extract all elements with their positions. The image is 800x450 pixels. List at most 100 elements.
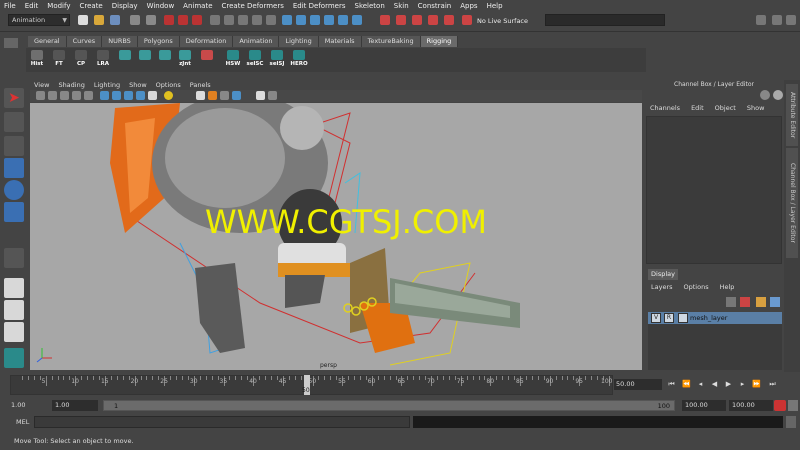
range-slider[interactable]: 1 100 xyxy=(103,400,675,411)
shelf-button-hero[interactable]: HERO xyxy=(288,50,310,70)
go-to-end-icon[interactable]: ⏭ xyxy=(768,380,777,389)
smooth-shade-icon[interactable] xyxy=(112,91,121,100)
animation-preferences-icon[interactable] xyxy=(788,400,798,411)
isolate-select-icon[interactable] xyxy=(256,91,265,100)
play-backward-icon[interactable]: ◀ xyxy=(710,380,719,389)
mask-icon-2[interactable] xyxy=(296,15,306,25)
menu-animate[interactable]: Animate xyxy=(183,2,212,10)
undo-icon[interactable] xyxy=(130,15,140,25)
mask-icon-6[interactable] xyxy=(352,15,362,25)
snap-curve-icon[interactable] xyxy=(224,15,234,25)
channel-box-toggle-icon[interactable] xyxy=(756,15,766,25)
panel-menu-shading[interactable]: Shading xyxy=(58,81,84,89)
xray-icon[interactable] xyxy=(268,91,277,100)
magnet-surface-icon[interactable] xyxy=(444,15,454,25)
shelf-button-ik[interactable] xyxy=(134,50,156,70)
end-time-field[interactable]: 100.00 xyxy=(729,400,773,411)
last-tool-icon[interactable] xyxy=(4,248,24,268)
panel-menu-show[interactable]: Show xyxy=(129,81,147,89)
rotate-tool-icon[interactable] xyxy=(4,180,24,200)
select-component-icon[interactable] xyxy=(192,15,202,25)
menu-help[interactable]: Help xyxy=(487,2,503,10)
layout-four-icon[interactable] xyxy=(4,300,24,320)
cb-menu-channels[interactable]: Channels xyxy=(650,104,680,112)
auto-key-icon[interactable] xyxy=(774,400,786,411)
open-scene-icon[interactable] xyxy=(94,15,104,25)
le-menu-help[interactable]: Help xyxy=(720,283,735,291)
input-field[interactable] xyxy=(545,14,665,26)
menu-edit-deformers[interactable]: Edit Deformers xyxy=(293,2,346,10)
textured-icon[interactable] xyxy=(136,91,145,100)
le-menu-layers[interactable]: Layers xyxy=(651,283,673,291)
paint-select-tool-icon[interactable] xyxy=(4,136,24,156)
layer-name[interactable]: mesh_layer xyxy=(690,314,727,322)
cb-menu-show[interactable]: Show xyxy=(747,104,765,112)
shelf-button-ft[interactable]: FT xyxy=(48,50,70,70)
menu-window[interactable]: Window xyxy=(147,2,175,10)
tab-deformation[interactable]: Deformation xyxy=(179,36,234,47)
lights-icon[interactable] xyxy=(148,91,157,100)
step-forward-key-icon[interactable]: ⏩ xyxy=(752,380,761,389)
lasso-tool-icon[interactable] xyxy=(4,112,24,132)
tab-materials[interactable]: Materials xyxy=(318,36,362,47)
motion-blur-icon[interactable] xyxy=(220,91,229,100)
layer-reference-toggle[interactable]: R xyxy=(664,313,674,323)
mask-icon[interactable] xyxy=(282,15,292,25)
move-tool-icon[interactable] xyxy=(4,158,24,178)
menu-create-deformers[interactable]: Create Deformers xyxy=(222,2,284,10)
panel-menu-panels[interactable]: Panels xyxy=(190,81,211,89)
step-back-key-icon[interactable]: ⏪ xyxy=(682,380,691,389)
new-layer-selected-icon[interactable] xyxy=(740,297,750,307)
outliner-icon[interactable] xyxy=(4,348,24,368)
tab-nurbs[interactable]: NURBS xyxy=(102,36,138,47)
play-forward-icon[interactable]: ▶ xyxy=(724,380,733,389)
current-time-field[interactable]: 50.00 xyxy=(614,379,662,390)
shelf-button-ik-spline[interactable] xyxy=(154,50,176,70)
tab-attribute-editor[interactable]: Attribute Editor xyxy=(786,84,798,146)
shelf-button-joint[interactable] xyxy=(114,50,136,70)
camera-attributes-icon[interactable] xyxy=(48,91,57,100)
panel-menu-options[interactable]: Options xyxy=(156,81,181,89)
panel-menu-lighting[interactable]: Lighting xyxy=(94,81,120,89)
save-scene-icon[interactable] xyxy=(110,15,120,25)
menu-skin[interactable]: Skin xyxy=(394,2,409,10)
menu-modify[interactable]: Modify xyxy=(47,2,70,10)
mask-icon-3[interactable] xyxy=(310,15,320,25)
step-back-icon[interactable]: ◂ xyxy=(696,380,705,389)
select-hierarchy-icon[interactable] xyxy=(164,15,174,25)
tab-animation[interactable]: Animation xyxy=(233,36,280,47)
layout-single-icon[interactable] xyxy=(4,278,24,298)
camera-icon[interactable] xyxy=(36,91,45,100)
menu-file[interactable]: File xyxy=(4,2,16,10)
tab-general[interactable]: General xyxy=(28,36,67,47)
shelf-button-hsw[interactable]: HSW xyxy=(222,50,244,70)
shelf-button-cp[interactable]: CP xyxy=(70,50,92,70)
tab-curves[interactable]: Curves xyxy=(66,36,103,47)
cb-menu-edit[interactable]: Edit xyxy=(691,104,704,112)
new-scene-icon[interactable] xyxy=(78,15,88,25)
cb-menu-object[interactable]: Object xyxy=(715,104,736,112)
menu-set-selector[interactable]: Animation ▼ xyxy=(8,14,70,26)
use-lights-icon[interactable] xyxy=(164,91,173,100)
channel-box-area[interactable] xyxy=(646,116,782,264)
command-input[interactable] xyxy=(34,416,410,428)
magnet-point-icon[interactable] xyxy=(412,15,422,25)
shelf-button-hist[interactable]: Hist xyxy=(26,50,48,70)
channel-box-option-icon[interactable] xyxy=(760,90,770,100)
magnet-curve-icon[interactable] xyxy=(396,15,406,25)
layout-icon[interactable] xyxy=(772,15,782,25)
step-forward-icon[interactable]: ▸ xyxy=(738,380,747,389)
command-language-label[interactable]: MEL xyxy=(16,418,29,426)
snap-grid-icon[interactable] xyxy=(210,15,220,25)
tab-texturebaking[interactable]: TextureBaking xyxy=(361,36,421,47)
menu-display[interactable]: Display xyxy=(112,2,138,10)
menu-constrain[interactable]: Constrain xyxy=(418,2,452,10)
le-menu-options[interactable]: Options xyxy=(684,283,709,291)
shelf-button-zjnt[interactable]: zJnt xyxy=(174,50,196,70)
mask-icon-5[interactable] xyxy=(338,15,348,25)
menu-edit[interactable]: Edit xyxy=(25,2,39,10)
image-plane-icon[interactable] xyxy=(72,91,81,100)
select-tool-icon[interactable]: ➤ xyxy=(4,88,24,108)
tab-rigging[interactable]: Rigging xyxy=(420,36,459,47)
mask-icon-4[interactable] xyxy=(324,15,334,25)
